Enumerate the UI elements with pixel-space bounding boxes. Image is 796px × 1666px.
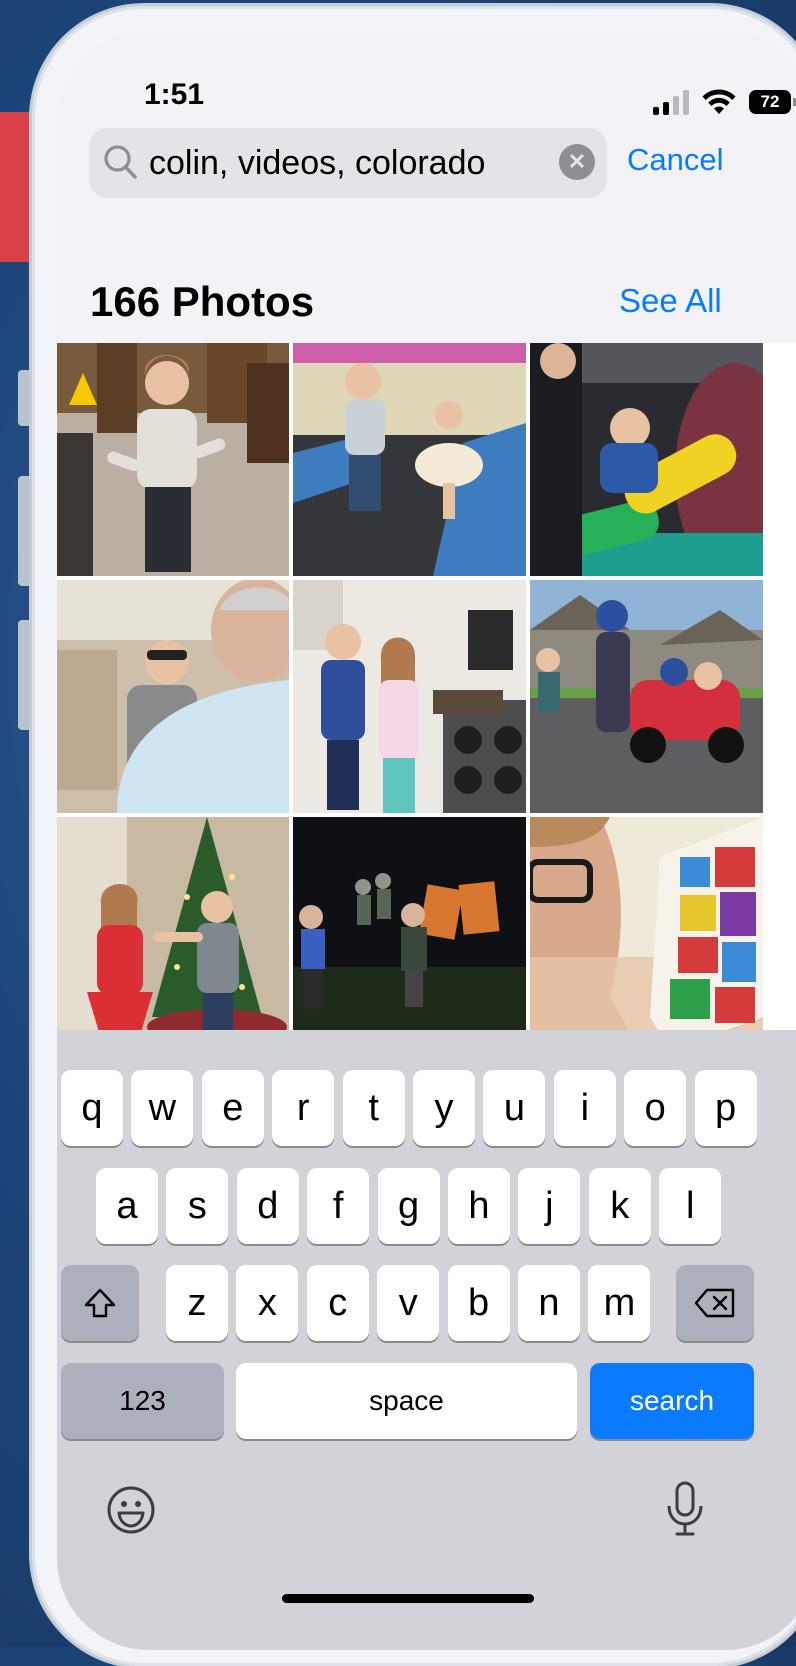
key-s[interactable]: s	[166, 1168, 229, 1244]
key-q[interactable]: q	[61, 1070, 123, 1146]
key-y[interactable]: y	[413, 1070, 475, 1146]
battery-icon: 72	[749, 89, 796, 114]
photo-grid	[57, 343, 796, 1059]
key-j[interactable]: j	[518, 1168, 581, 1244]
photo-image	[293, 343, 526, 576]
results-title: 166 Photos	[90, 278, 315, 325]
key-b[interactable]: b	[447, 1265, 510, 1341]
wifi-icon	[702, 89, 736, 114]
key-k[interactable]: k	[588, 1168, 651, 1244]
mute-switch	[18, 370, 32, 426]
volume-up-button	[18, 476, 32, 586]
key-a[interactable]: a	[96, 1168, 158, 1244]
status-icons: 72	[653, 88, 796, 115]
shift-key[interactable]	[61, 1265, 139, 1341]
photo-image	[530, 343, 763, 576]
search-key[interactable]: search	[590, 1363, 754, 1439]
photo-thumbnail[interactable]	[293, 580, 526, 813]
photo-thumbnail[interactable]	[530, 817, 763, 1050]
microphone-icon[interactable]	[663, 1480, 707, 1538]
key-u[interactable]: u	[483, 1070, 546, 1146]
key-m[interactable]: m	[588, 1265, 651, 1341]
numbers-key[interactable]: 123	[61, 1363, 224, 1439]
keyboard: qwertyuiop asdfghjkl zxcvbnm 123 space s…	[57, 1030, 796, 1650]
status-time: 1:51	[144, 78, 205, 111]
key-n[interactable]: n	[518, 1265, 580, 1341]
key-v[interactable]: v	[377, 1265, 440, 1341]
photo-image	[530, 580, 763, 813]
phone-screen: 1:51 72 ✕ Cancel 166 Photos See All	[57, 30, 796, 1650]
key-p[interactable]: p	[694, 1070, 757, 1146]
photo-thumbnail[interactable]	[293, 343, 526, 576]
key-d[interactable]: d	[236, 1168, 299, 1244]
photo-image	[293, 817, 526, 1050]
search-input[interactable]	[149, 136, 549, 190]
home-indicator	[282, 1594, 534, 1603]
delete-key[interactable]	[676, 1265, 754, 1341]
photo-image	[57, 580, 289, 813]
key-i[interactable]: i	[553, 1070, 616, 1146]
photo-thumbnail[interactable]	[57, 343, 289, 576]
photo-thumbnail[interactable]	[57, 817, 289, 1050]
key-e[interactable]: e	[201, 1070, 264, 1146]
key-o[interactable]: o	[624, 1070, 687, 1146]
signal-icon	[653, 89, 689, 115]
volume-down-button	[18, 620, 32, 730]
photo-image	[57, 817, 289, 1050]
see-all-button[interactable]: See All	[619, 282, 722, 320]
space-key[interactable]: space	[236, 1363, 577, 1439]
photo-image	[530, 817, 763, 1050]
photo-image	[57, 343, 289, 576]
key-t[interactable]: t	[342, 1070, 405, 1146]
key-z[interactable]: z	[166, 1265, 228, 1341]
cancel-button[interactable]: Cancel	[627, 142, 724, 178]
key-g[interactable]: g	[377, 1168, 440, 1244]
shift-icon	[84, 1288, 116, 1318]
photo-image	[293, 580, 526, 813]
key-x[interactable]: x	[236, 1265, 299, 1341]
key-l[interactable]: l	[659, 1168, 722, 1244]
photo-thumbnail[interactable]	[530, 343, 763, 576]
photo-thumbnail[interactable]	[293, 817, 526, 1050]
emoji-icon[interactable]	[105, 1484, 157, 1536]
delete-icon	[694, 1288, 735, 1318]
photo-thumbnail[interactable]	[57, 580, 289, 813]
photo-thumbnail[interactable]	[530, 580, 763, 813]
key-w[interactable]: w	[131, 1070, 194, 1146]
key-h[interactable]: h	[448, 1168, 510, 1244]
key-f[interactable]: f	[307, 1168, 370, 1244]
clear-text-icon[interactable]: ✕	[559, 144, 595, 180]
key-r[interactable]: r	[272, 1070, 335, 1146]
search-icon	[103, 144, 139, 182]
key-c[interactable]: c	[306, 1265, 369, 1341]
search-field[interactable]: ✕	[89, 128, 607, 198]
